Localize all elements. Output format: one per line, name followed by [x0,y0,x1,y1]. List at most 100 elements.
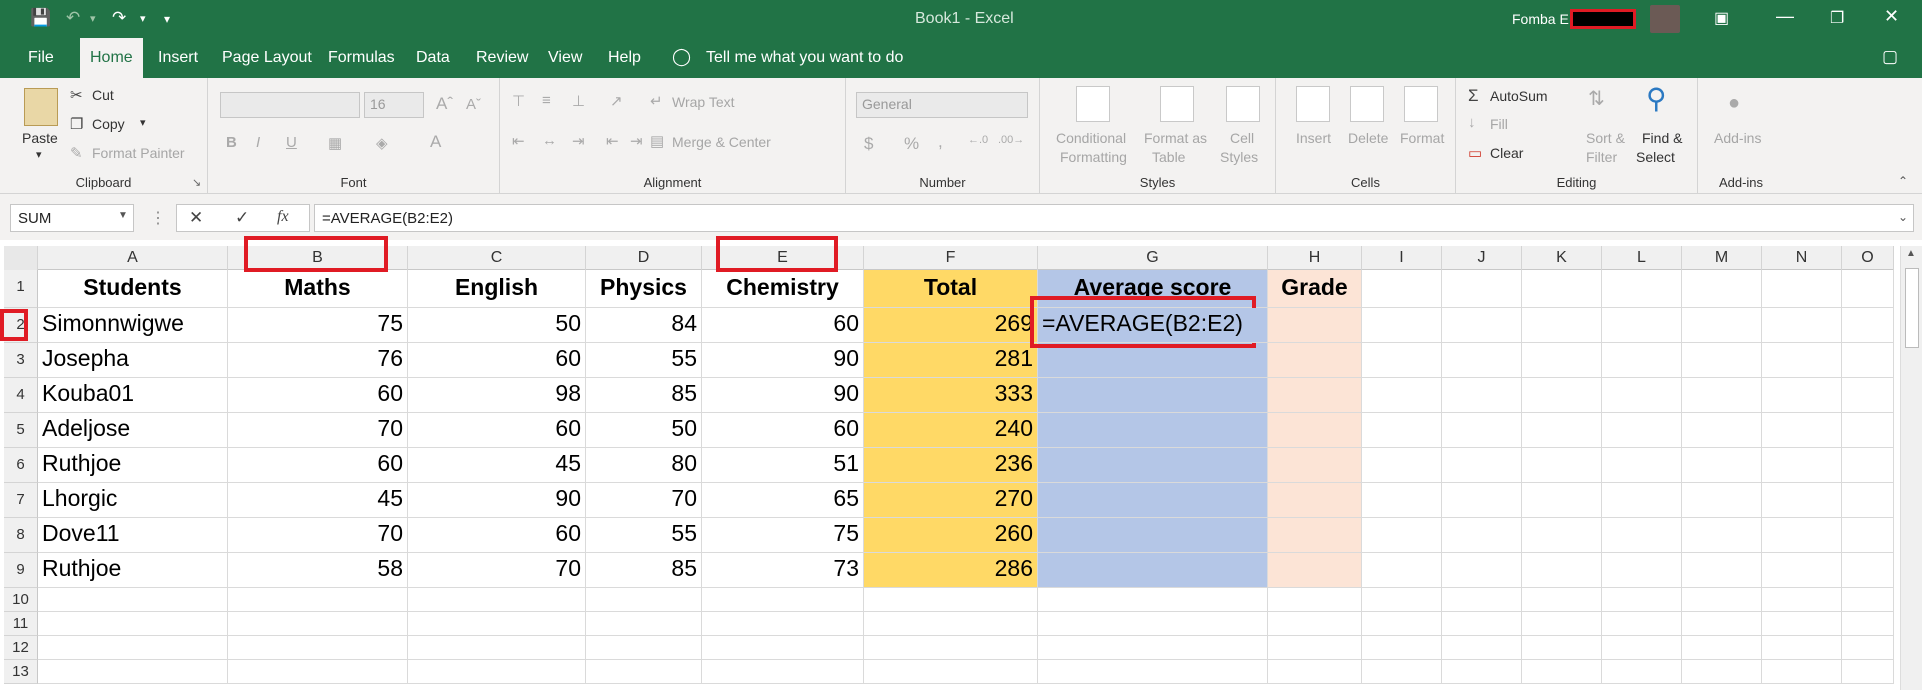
cell[interactable] [1362,612,1442,636]
copy-button[interactable]: Copy [92,116,125,132]
student-name-cell[interactable]: Ruthjoe [38,448,228,483]
cell[interactable] [1268,343,1362,378]
cell[interactable] [1762,660,1842,684]
minimize-icon[interactable]: — [1776,6,1794,27]
eraser-icon[interactable]: ▭ [1468,144,1482,162]
cell[interactable] [1682,518,1762,553]
cut-icon[interactable]: ✂ [70,86,83,104]
score-cell[interactable]: 85 [586,378,702,413]
cell[interactable] [1762,588,1842,612]
cell[interactable] [1682,612,1762,636]
cell[interactable] [1038,660,1268,684]
cell[interactable] [702,660,864,684]
enter-icon[interactable]: ✓ [235,208,249,228]
vertical-scrollbar[interactable]: ▲ [1900,246,1922,690]
cell[interactable] [1842,553,1894,588]
cell[interactable] [1762,553,1842,588]
paste-button[interactable]: Paste [22,130,58,146]
expand-formula-bar-icon[interactable]: ⌄ [1898,210,1908,224]
column-header-c[interactable]: C [408,246,586,270]
cell[interactable] [1602,660,1682,684]
cell[interactable] [1842,636,1894,660]
tab-file[interactable]: File [18,38,64,78]
cell[interactable] [1362,518,1442,553]
top-align-icon[interactable]: ⊤ [512,92,525,110]
row-header[interactable]: 11 [4,612,38,636]
cell[interactable] [1522,636,1602,660]
cell[interactable] [1682,343,1762,378]
active-cell[interactable]: =AVERAGE(B2:E2) [1038,308,1268,343]
score-cell[interactable]: 70 [228,413,408,448]
score-cell[interactable]: 90 [702,378,864,413]
cell[interactable] [1522,378,1602,413]
font-color-icon[interactable]: A [430,132,441,152]
score-cell[interactable]: 60 [228,448,408,483]
score-cell[interactable]: 269 [864,308,1038,343]
column-header-m[interactable]: M [1682,246,1762,270]
currency-button[interactable]: $ [864,134,873,154]
student-name-cell[interactable]: Josepha [38,343,228,378]
bottom-align-icon[interactable]: ⊥ [572,92,585,110]
column-header-l[interactable]: L [1602,246,1682,270]
autosum-icon[interactable]: Σ [1468,86,1479,106]
decrease-font-icon[interactable]: Aˇ [466,96,481,113]
cell[interactable] [1038,518,1268,553]
cell[interactable] [1268,378,1362,413]
cell[interactable] [1842,483,1894,518]
score-cell[interactable]: 45 [408,448,586,483]
cell[interactable] [1522,270,1602,308]
cell[interactable] [1762,483,1842,518]
cell[interactable] [1762,343,1842,378]
cell[interactable] [1038,378,1268,413]
align-center-icon[interactable]: ↔ [542,132,557,149]
font-size-dropdown[interactable]: 16 [364,92,424,118]
cell[interactable] [1842,413,1894,448]
restore-icon[interactable]: ❐ [1830,8,1844,28]
score-cell[interactable]: 65 [702,483,864,518]
cell[interactable] [586,636,702,660]
cell[interactable] [1682,553,1762,588]
cell[interactable] [1038,588,1268,612]
cell[interactable] [1362,413,1442,448]
cell[interactable] [1762,308,1842,343]
cell[interactable] [1842,343,1894,378]
score-cell[interactable]: 90 [702,343,864,378]
cell[interactable] [1682,588,1762,612]
cell[interactable] [1602,588,1682,612]
clear-button[interactable]: Clear [1490,145,1523,161]
increase-font-icon[interactable]: Aˆ [436,94,453,114]
decrease-indent-icon[interactable]: ⇤ [606,132,619,150]
cell[interactable] [38,660,228,684]
name-box[interactable]: SUM [10,204,134,232]
format-painter-button[interactable]: Format Painter [92,145,185,161]
select-all-corner[interactable] [4,246,38,270]
tab-insert[interactable]: Insert [148,38,208,78]
cell[interactable] [1268,483,1362,518]
cell[interactable] [1602,448,1682,483]
cell[interactable] [1762,448,1842,483]
row-header[interactable]: 1 [4,270,38,308]
score-cell[interactable]: 75 [228,308,408,343]
cell[interactable] [1762,612,1842,636]
cell[interactable] [228,636,408,660]
cell[interactable] [408,636,586,660]
cell[interactable] [1602,518,1682,553]
format-painter-icon[interactable]: ✎ [70,144,83,162]
cell[interactable] [702,612,864,636]
cell[interactable] [1038,343,1268,378]
cell[interactable] [1682,636,1762,660]
score-cell[interactable]: 50 [586,413,702,448]
row-header[interactable]: 12 [4,636,38,660]
cell[interactable] [586,612,702,636]
cell[interactable] [1362,588,1442,612]
orientation-icon[interactable]: ↗ [610,92,623,110]
score-cell[interactable]: 55 [586,343,702,378]
cell[interactable] [1602,612,1682,636]
cell[interactable] [1762,270,1842,308]
autosum-button[interactable]: AutoSum [1490,88,1548,104]
column-header-n[interactable]: N [1762,246,1842,270]
find-select-button[interactable]: Find & [1642,130,1682,146]
column-title-cell[interactable]: English [408,270,586,308]
row-header[interactable]: 5 [4,413,38,448]
score-cell[interactable]: 60 [408,413,586,448]
